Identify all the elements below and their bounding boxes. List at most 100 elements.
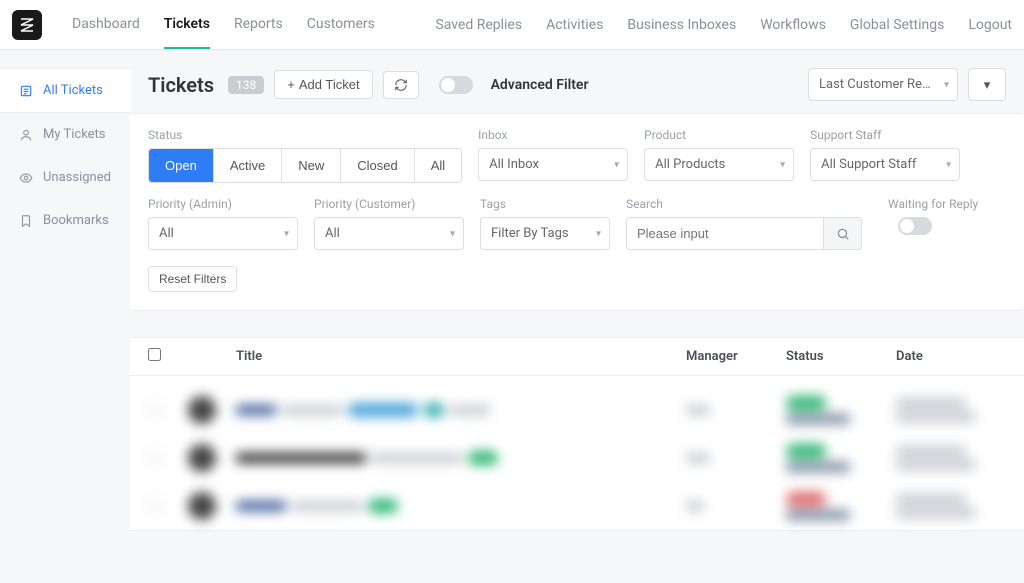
user-icon	[18, 127, 33, 142]
col-manager: Manager	[686, 349, 786, 364]
row-checkbox[interactable]	[148, 451, 162, 465]
priority-customer-dropdown[interactable]: All ▾	[314, 217, 464, 250]
chevron-down-icon: ▾	[944, 79, 949, 90]
refresh-icon	[394, 78, 408, 92]
list-icon	[18, 83, 33, 98]
filters-panel: Status Open Active New Closed All Inbox …	[130, 113, 1024, 311]
sidebar-label: My Tickets	[43, 127, 106, 142]
nav-right: Saved Replies Activities Business Inboxe…	[435, 2, 1012, 48]
reset-filters-button[interactable]: Reset Filters	[148, 266, 237, 292]
priority-admin-value: All	[159, 226, 174, 241]
product-value: All Products	[655, 157, 725, 172]
sidebar-item-bookmarks[interactable]: Bookmarks	[0, 199, 130, 242]
status-open[interactable]: Open	[149, 149, 214, 182]
inbox-value: All Inbox	[489, 157, 539, 172]
product-label: Product	[644, 128, 794, 142]
priority-customer-value: All	[325, 226, 340, 241]
chevron-down-icon: ▾	[284, 228, 289, 239]
search-label: Search	[626, 197, 862, 211]
nav-workflows[interactable]: Workflows	[760, 2, 826, 48]
avatar	[188, 444, 216, 472]
nav-global-settings[interactable]: Global Settings	[850, 2, 944, 48]
avatar	[188, 396, 216, 424]
nav-reports[interactable]: Reports	[234, 1, 283, 49]
caret-down-icon: ▾	[984, 77, 991, 93]
priority-admin-label: Priority (Admin)	[148, 197, 298, 211]
logo	[12, 10, 42, 40]
nav-tickets[interactable]: Tickets	[164, 1, 210, 49]
status-all[interactable]: All	[415, 149, 461, 182]
nav-dashboard[interactable]: Dashboard	[72, 1, 140, 49]
nav-saved-replies[interactable]: Saved Replies	[435, 2, 522, 48]
support-dropdown[interactable]: All Support Staff ▾	[810, 148, 960, 181]
page-header: Tickets 138 + Add Ticket Advanced Filter…	[130, 50, 1024, 113]
sidebar-item-all-tickets[interactable]: All Tickets	[0, 68, 131, 113]
inbox-dropdown[interactable]: All Inbox ▾	[478, 148, 628, 181]
add-ticket-button[interactable]: + Add Ticket	[274, 70, 372, 99]
col-title: Title	[236, 349, 686, 364]
chevron-down-icon: ▾	[614, 159, 619, 170]
page-title: Tickets	[148, 73, 214, 97]
waiting-toggle[interactable]	[898, 217, 932, 235]
col-date: Date	[896, 349, 1006, 364]
status-active[interactable]: Active	[214, 149, 282, 182]
waiting-label: Waiting for Reply	[888, 197, 978, 211]
tags-label: Tags	[480, 197, 610, 211]
plus-icon: +	[287, 77, 295, 92]
table-body	[130, 376, 1024, 530]
nav-activities[interactable]: Activities	[546, 2, 603, 48]
support-value: All Support Staff	[821, 157, 916, 172]
top-nav: Dashboard Tickets Reports Customers Save…	[0, 0, 1024, 50]
status-group: Open Active New Closed All	[148, 148, 462, 183]
logo-icon	[18, 16, 36, 34]
product-dropdown[interactable]: All Products ▾	[644, 148, 794, 181]
inbox-label: Inbox	[478, 128, 628, 142]
nav-customers[interactable]: Customers	[307, 1, 375, 49]
priority-customer-label: Priority (Customer)	[314, 197, 464, 211]
sort-value: Last Customer Response	[819, 77, 958, 92]
nav-logout[interactable]: Logout	[968, 2, 1012, 48]
chevron-down-icon: ▾	[596, 228, 601, 239]
sidebar-item-unassigned[interactable]: Unassigned	[0, 156, 130, 199]
priority-admin-dropdown[interactable]: All ▾	[148, 217, 298, 250]
more-actions-button[interactable]: ▾	[968, 68, 1006, 101]
eye-icon	[18, 170, 33, 185]
support-label: Support Staff	[810, 128, 960, 142]
ticket-count-badge: 138	[228, 76, 264, 94]
table-row[interactable]	[130, 482, 1024, 530]
main-content: Tickets 138 + Add Ticket Advanced Filter…	[130, 50, 1024, 583]
sort-dropdown[interactable]: Last Customer Response ▾	[808, 68, 958, 101]
row-checkbox[interactable]	[148, 499, 162, 513]
nav-business-inboxes[interactable]: Business Inboxes	[627, 2, 736, 48]
sidebar: All Tickets My Tickets Unassigned Bookma…	[0, 50, 130, 583]
status-label: Status	[148, 128, 462, 142]
search-button[interactable]	[824, 217, 862, 250]
col-status: Status	[786, 349, 896, 364]
add-ticket-label: Add Ticket	[299, 77, 360, 92]
advanced-filter-label: Advanced Filter	[491, 77, 589, 93]
sidebar-label: Bookmarks	[43, 213, 109, 228]
refresh-button[interactable]	[383, 71, 419, 99]
avatar	[188, 492, 216, 520]
status-closed[interactable]: Closed	[341, 149, 414, 182]
tags-dropdown[interactable]: Filter By Tags ▾	[480, 217, 610, 250]
table-row[interactable]	[130, 434, 1024, 482]
sidebar-item-my-tickets[interactable]: My Tickets	[0, 113, 130, 156]
search-icon	[836, 227, 850, 241]
tickets-table: Title Manager Status Date	[130, 337, 1024, 531]
table-row[interactable]	[130, 386, 1024, 434]
status-new[interactable]: New	[282, 149, 341, 182]
nav-left: Dashboard Tickets Reports Customers	[72, 1, 375, 49]
table-header: Title Manager Status Date	[130, 338, 1024, 376]
advanced-filter-toggle[interactable]	[439, 76, 473, 94]
sidebar-label: All Tickets	[43, 83, 103, 98]
row-checkbox[interactable]	[148, 403, 162, 417]
tags-value: Filter By Tags	[491, 226, 569, 241]
select-all-checkbox[interactable]	[148, 348, 161, 361]
bookmark-icon	[18, 213, 33, 228]
chevron-down-icon: ▾	[780, 159, 785, 170]
chevron-down-icon: ▾	[450, 228, 455, 239]
chevron-down-icon: ▾	[946, 159, 951, 170]
search-input[interactable]	[626, 217, 824, 250]
sidebar-label: Unassigned	[43, 170, 111, 185]
